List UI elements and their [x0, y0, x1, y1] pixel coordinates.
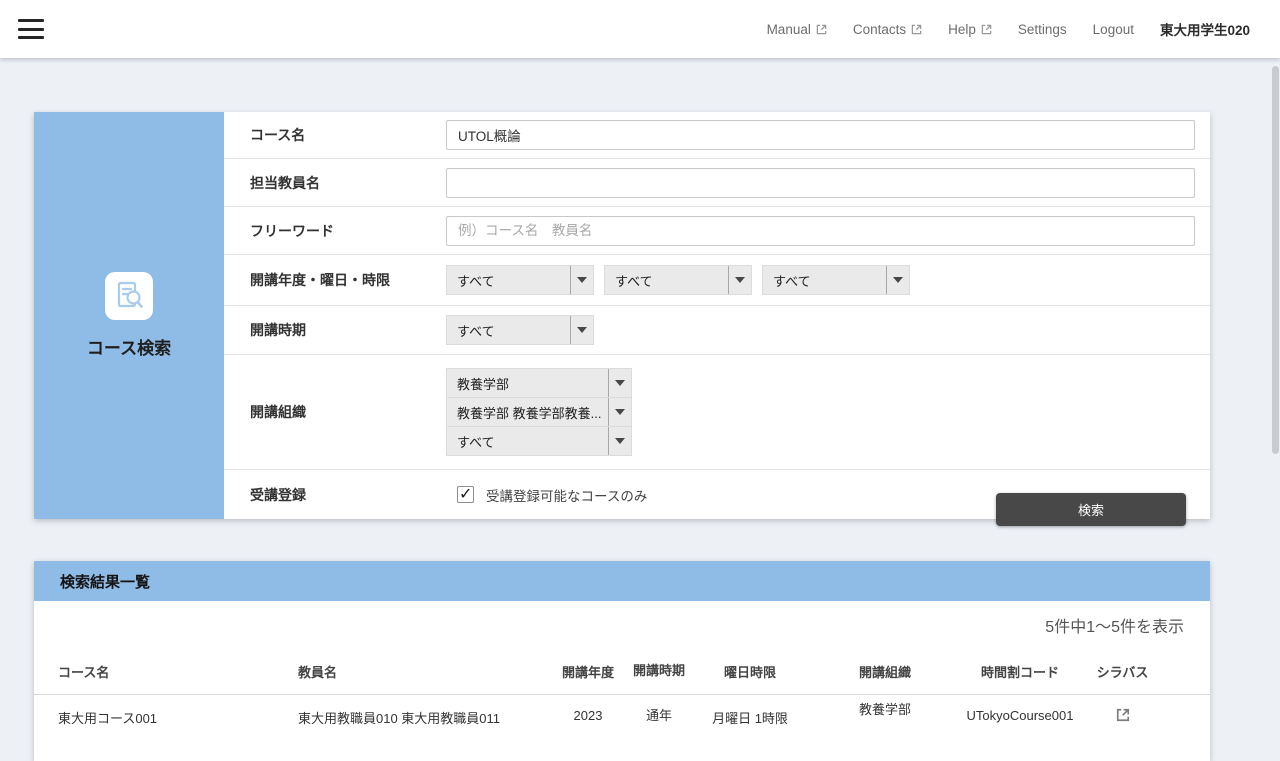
nav-settings[interactable]: Settings: [1018, 22, 1067, 37]
col-timetable-code: 時間割コード: [955, 662, 1085, 681]
cell-timetable-code: UTokyoCourse001: [955, 708, 1085, 727]
row-organization: 開講組織 教養学部 教養学部 教養学部教養... すべて: [224, 355, 1210, 470]
chevron-down-icon: [570, 316, 593, 344]
nav-help[interactable]: Help: [948, 22, 992, 37]
username: 東大用学生020: [1160, 19, 1250, 39]
registration-checkbox[interactable]: [457, 486, 474, 503]
search-button[interactable]: 検索: [996, 493, 1186, 526]
instructor-label: 担当教員名: [224, 173, 446, 193]
col-term: 開講時期: [633, 663, 685, 679]
cell-day-period: 月曜日 1時限: [685, 708, 815, 727]
day-select[interactable]: すべて: [604, 265, 752, 295]
cell-year: 2023: [543, 708, 633, 727]
term-select[interactable]: すべて: [446, 315, 594, 345]
organization-select-1[interactable]: 教養学部: [446, 368, 632, 398]
organization-select-1-value: 教養学部: [447, 369, 608, 397]
term-select-value: すべて: [447, 316, 570, 344]
cell-organization: 教養学部: [815, 702, 955, 727]
chevron-down-icon: [570, 266, 593, 294]
registration-label: 受講登録: [224, 485, 446, 505]
cell-term: 通年: [633, 708, 685, 727]
row-registration: 受講登録 受講登録可能なコースのみ 検索: [224, 470, 1210, 519]
row-instructor: 担当教員名: [224, 159, 1210, 207]
course-search-sidebar: コース検索: [34, 112, 224, 519]
chevron-down-icon: [886, 266, 909, 294]
term-label: 開講時期: [224, 320, 446, 340]
organization-select-3-value: すべて: [447, 427, 608, 455]
row-free-word: フリーワード: [224, 207, 1210, 255]
organization-select-2-value: 教養学部 教養学部教養...: [447, 398, 608, 426]
nav-contacts[interactable]: Contacts: [853, 22, 922, 37]
nav-contacts-label: Contacts: [853, 22, 906, 37]
nav-help-label: Help: [948, 22, 976, 37]
top-bar: Manual Contacts Help Settings Logout 東大用…: [0, 0, 1280, 58]
search-results-title: 検索結果一覧: [34, 561, 1210, 601]
row-year-day-period: 開講年度・曜日・時限 すべて すべて すべて: [224, 255, 1210, 306]
result-count: 5件中1〜5件を表示: [34, 601, 1210, 648]
day-select-value: すべて: [605, 266, 728, 294]
registration-checkbox-label: 受講登録可能なコースのみ: [486, 485, 647, 505]
nav-logout[interactable]: Logout: [1093, 22, 1134, 37]
external-link-icon: [816, 24, 827, 35]
course-search-form: コース名 担当教員名 フリーワード 開講年度・曜日・時限: [224, 112, 1210, 519]
cell-syllabus: [1085, 708, 1160, 727]
chevron-down-icon: [608, 398, 631, 426]
menu-icon[interactable]: [18, 19, 44, 39]
chevron-down-icon: [728, 266, 751, 294]
col-year: 開講年度: [543, 662, 633, 681]
organization-select-2[interactable]: 教養学部 教養学部教養...: [446, 397, 632, 427]
col-instructors: 教員名: [298, 662, 543, 681]
period-select[interactable]: すべて: [762, 265, 910, 295]
year-day-period-label: 開講年度・曜日・時限: [224, 270, 446, 290]
organization-select-3[interactable]: すべて: [446, 426, 632, 456]
row-term: 開講時期 すべて: [224, 306, 1210, 355]
chevron-down-icon: [608, 427, 631, 455]
nav-manual[interactable]: Manual: [767, 22, 827, 37]
search-results-panel: 検索結果一覧 5件中1〜5件を表示 コース名 教員名 開講年度 開講時期 曜日時…: [34, 561, 1210, 761]
table-row: 東大用コース001 東大用教職員010 東大用教職員011 2023 通年 月曜…: [34, 695, 1210, 727]
chevron-down-icon: [608, 369, 631, 397]
nav-settings-label: Settings: [1018, 22, 1067, 37]
course-search-panel: コース検索 コース名 担当教員名 フリーワード 開講年度・曜日・時限: [34, 112, 1210, 519]
row-course-name: コース名: [224, 112, 1210, 159]
cell-instructors: 東大用教職員010 東大用教職員011: [298, 708, 543, 727]
year-select[interactable]: すべて: [446, 265, 594, 295]
course-name-input[interactable]: [446, 120, 1195, 150]
col-organization: 開講組織: [815, 662, 955, 681]
period-select-value: すべて: [763, 266, 886, 294]
free-word-input[interactable]: [446, 216, 1195, 246]
nav-manual-label: Manual: [767, 22, 811, 37]
document-search-icon: [105, 272, 153, 320]
col-course-name: コース名: [34, 662, 298, 681]
results-table-header: コース名 教員名 開講年度 開講時期 曜日時限 開講組織 時間割コード シラバス: [34, 648, 1210, 695]
course-name-label: コース名: [224, 125, 446, 145]
page-scrollbar-thumb[interactable]: [1272, 66, 1279, 454]
organization-label: 開講組織: [224, 402, 446, 422]
top-nav: Manual Contacts Help Settings Logout 東大用…: [767, 19, 1250, 39]
external-link-icon: [981, 24, 992, 35]
instructor-input[interactable]: [446, 168, 1195, 198]
course-search-title: コース検索: [87, 334, 171, 359]
external-link-icon: [911, 24, 922, 35]
col-syllabus: シラバス: [1085, 662, 1160, 681]
cell-course-name[interactable]: 東大用コース001: [34, 708, 298, 727]
year-select-value: すべて: [447, 266, 570, 294]
free-word-label: フリーワード: [224, 221, 446, 241]
nav-logout-label: Logout: [1093, 22, 1134, 37]
col-day-period: 曜日時限: [685, 662, 815, 681]
